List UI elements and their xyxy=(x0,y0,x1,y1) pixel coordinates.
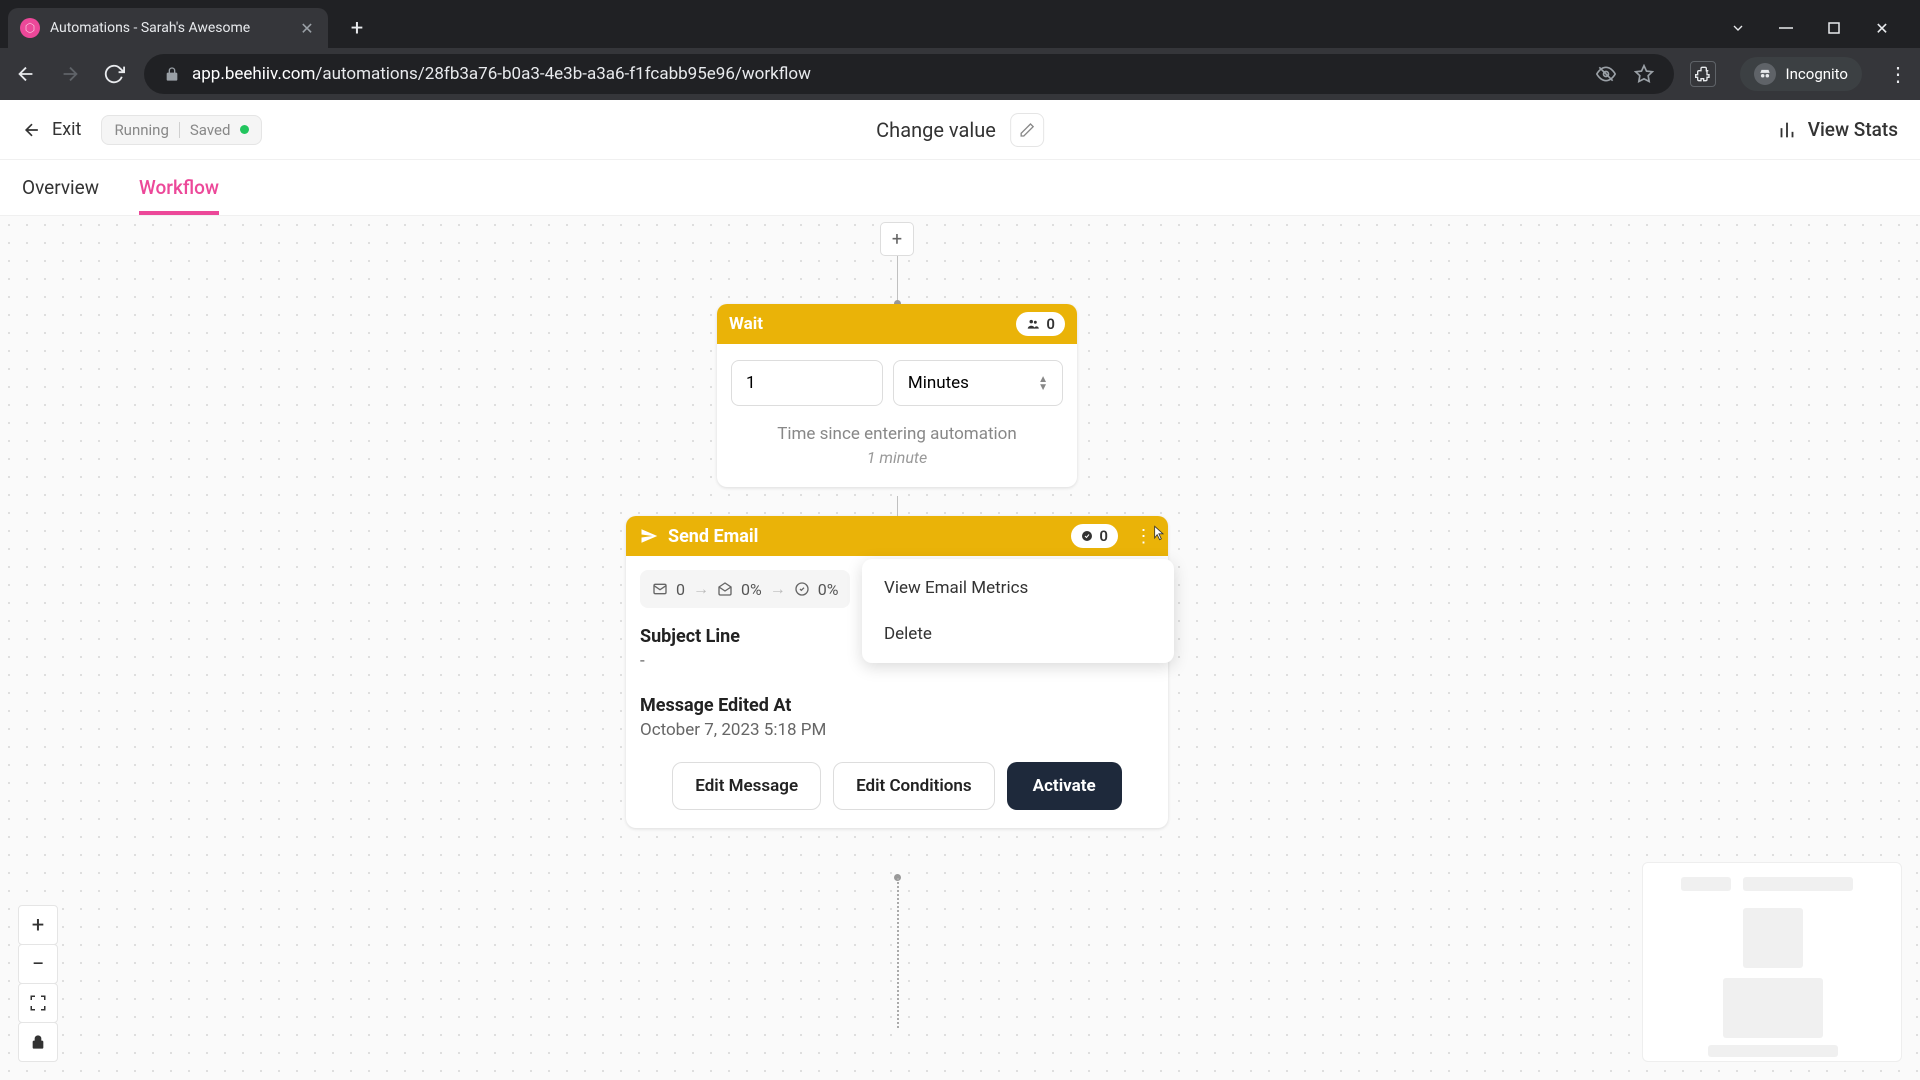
maximize-icon[interactable] xyxy=(1824,18,1844,38)
exit-button[interactable]: Exit xyxy=(22,119,81,140)
status-pill: Running Saved xyxy=(101,115,262,145)
favicon-beehiiv xyxy=(20,18,40,38)
star-icon[interactable] xyxy=(1634,64,1654,84)
zoom-in-button[interactable]: + xyxy=(18,905,58,945)
click-icon xyxy=(794,581,810,597)
check-circle-icon xyxy=(1081,530,1093,542)
wait-note-sub: 1 minute xyxy=(731,448,1063,467)
tab-title: Automations - Sarah's Awesome xyxy=(50,20,288,36)
tab-workflow[interactable]: Workflow xyxy=(139,160,219,215)
wait-note: Time since entering automation xyxy=(731,424,1063,444)
edit-message-button[interactable]: Edit Message xyxy=(672,762,821,810)
workflow-canvas[interactable]: + Wait 0 1 Minutes ▲▼ Time si xyxy=(0,216,1920,1080)
menu-view-email-metrics[interactable]: View Email Metrics xyxy=(862,565,1174,611)
arrow-left-icon xyxy=(22,120,42,140)
page-title: Change value xyxy=(876,118,996,142)
wait-unit-select[interactable]: Minutes ▲▼ xyxy=(893,360,1063,406)
incognito-icon xyxy=(1754,63,1776,85)
edit-title-button[interactable] xyxy=(1010,113,1044,147)
reload-button[interactable] xyxy=(100,60,128,88)
zoom-out-button[interactable]: − xyxy=(18,944,58,984)
view-stats-label: View Stats xyxy=(1808,118,1898,141)
close-window-icon[interactable]: ✕ xyxy=(1872,18,1892,38)
incognito-label: Incognito xyxy=(1786,65,1848,83)
extensions-icon[interactable] xyxy=(1690,61,1716,87)
add-node-button[interactable]: + xyxy=(880,222,914,256)
minimize-icon[interactable] xyxy=(1776,18,1796,38)
bar-chart-icon xyxy=(1776,119,1798,141)
fit-view-button[interactable] xyxy=(18,983,58,1023)
node-wait[interactable]: Wait 0 1 Minutes ▲▼ Time since entering … xyxy=(717,304,1077,487)
wait-value-input[interactable]: 1 xyxy=(731,360,883,406)
status-saved: Saved xyxy=(190,121,231,139)
status-running: Running xyxy=(114,121,168,139)
eye-off-icon[interactable] xyxy=(1596,64,1616,84)
activate-button[interactable]: Activate xyxy=(1007,762,1122,810)
lock-view-button[interactable] xyxy=(18,1022,58,1062)
cursor-icon xyxy=(1148,523,1168,543)
exit-label: Exit xyxy=(52,119,81,140)
address-bar[interactable]: app.beehiiv.com/automations/28fb3a76-b0a… xyxy=(144,54,1674,94)
wait-count-badge: 0 xyxy=(1016,312,1065,336)
stepper-icon: ▲▼ xyxy=(1038,376,1048,391)
menu-delete[interactable]: Delete xyxy=(862,611,1174,657)
mail-icon xyxy=(652,581,668,597)
browser-tab[interactable]: Automations - Sarah's Awesome ✕ xyxy=(8,8,328,48)
minimap[interactable] xyxy=(1642,862,1902,1062)
send-icon xyxy=(640,527,658,545)
new-tab-button[interactable]: + xyxy=(340,11,374,45)
close-icon[interactable]: ✕ xyxy=(298,19,316,37)
node-context-menu: View Email Metrics Delete xyxy=(862,559,1174,663)
users-icon xyxy=(1026,317,1040,331)
node-more-button[interactable]: ⋮ xyxy=(1134,526,1154,546)
pencil-icon xyxy=(1019,122,1035,138)
url-text: app.beehiiv.com/automations/28fb3a76-b0a… xyxy=(192,64,811,84)
browser-menu-icon[interactable]: ⋮ xyxy=(1888,62,1908,86)
forward-button[interactable] xyxy=(56,60,84,88)
email-metrics-row: 0 → 0% → 0% xyxy=(640,570,850,608)
view-stats-button[interactable]: View Stats xyxy=(1776,118,1898,141)
send-email-title: Send Email xyxy=(668,526,758,547)
lock-icon xyxy=(164,66,180,82)
incognito-badge: Incognito xyxy=(1740,57,1862,91)
mail-open-icon xyxy=(717,581,733,597)
send-email-count-badge: 0 xyxy=(1071,524,1118,548)
edited-label: Message Edited At xyxy=(640,695,1154,716)
edited-value: October 7, 2023 5:18 PM xyxy=(640,720,1154,740)
wait-title: Wait xyxy=(729,314,763,334)
chevron-down-icon[interactable] xyxy=(1728,18,1748,38)
edit-conditions-button[interactable]: Edit Conditions xyxy=(833,762,995,810)
tab-overview[interactable]: Overview xyxy=(22,160,99,215)
back-button[interactable] xyxy=(12,60,40,88)
status-saved-dot xyxy=(240,125,249,134)
